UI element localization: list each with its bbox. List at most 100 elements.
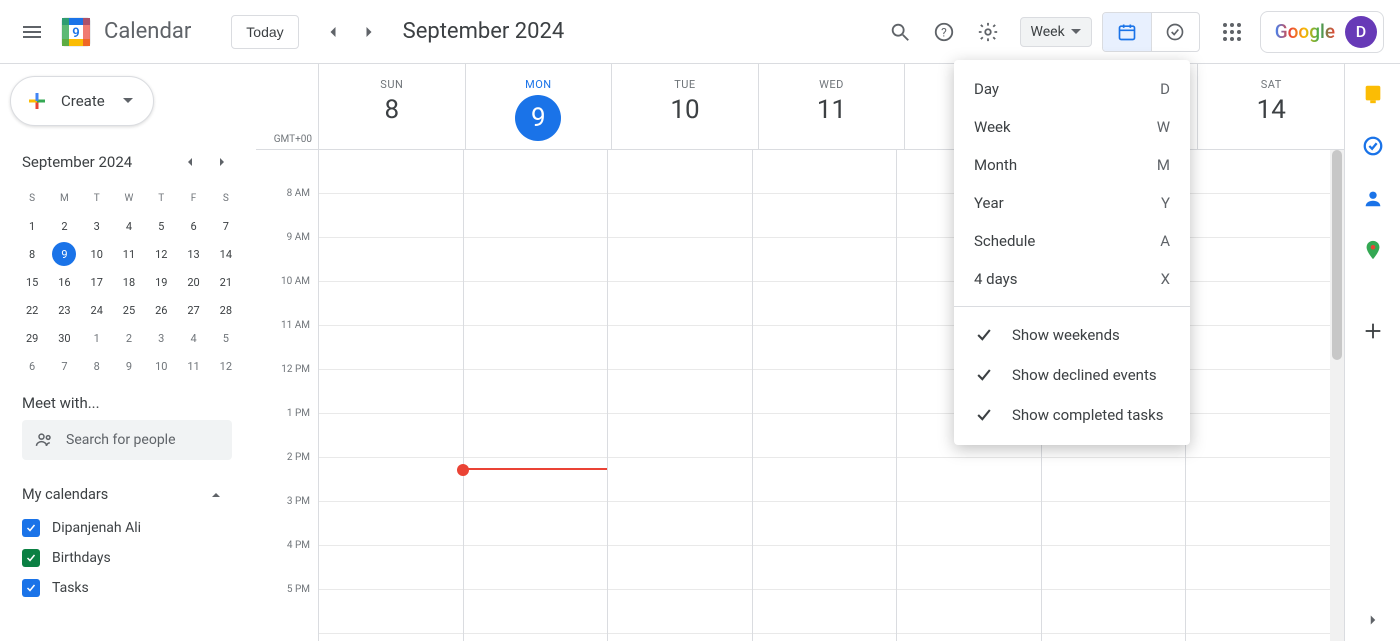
calendar-item[interactable]: Birthdays	[22, 543, 236, 573]
calendar-item[interactable]: Dipanjenah Ali	[22, 513, 236, 543]
mini-day[interactable]: 24	[81, 296, 113, 324]
time-cell[interactable]	[319, 282, 463, 326]
time-cell[interactable]	[897, 502, 1041, 546]
get-addons-button[interactable]	[1362, 320, 1384, 342]
mini-day[interactable]: 3	[81, 212, 113, 240]
keep-button[interactable]	[1361, 82, 1385, 106]
mini-day[interactable]: 28	[210, 296, 242, 324]
day-header[interactable]: WED11	[758, 64, 905, 149]
time-cell[interactable]	[319, 590, 463, 634]
time-cell[interactable]	[608, 150, 752, 194]
mini-day[interactable]: 5	[145, 212, 177, 240]
calendar-checkbox[interactable]	[22, 549, 40, 567]
time-cell[interactable]	[319, 326, 463, 370]
time-cell[interactable]	[1042, 590, 1186, 634]
mini-day[interactable]: 23	[48, 296, 80, 324]
maps-button[interactable]	[1361, 238, 1385, 262]
day-number[interactable]: 11	[759, 95, 905, 125]
view-toggle-option[interactable]: Show declined events	[954, 355, 1190, 395]
mini-day[interactable]: 22	[16, 296, 48, 324]
calendar-mode-button[interactable]	[1103, 13, 1151, 51]
mini-day[interactable]: 18	[113, 268, 145, 296]
time-cell[interactable]	[1186, 546, 1330, 590]
time-cell[interactable]	[319, 458, 463, 502]
time-cell[interactable]	[1186, 282, 1330, 326]
tasks-mode-button[interactable]	[1151, 13, 1199, 51]
time-cell[interactable]	[319, 238, 463, 282]
mini-day[interactable]: 10	[145, 352, 177, 380]
time-cell[interactable]	[608, 502, 752, 546]
time-cell[interactable]	[608, 282, 752, 326]
time-cell[interactable]	[753, 414, 897, 458]
mini-day[interactable]: 17	[81, 268, 113, 296]
time-cell[interactable]	[753, 326, 897, 370]
time-cell[interactable]	[464, 458, 608, 502]
view-option[interactable]: 4 daysX	[954, 260, 1190, 298]
mini-day[interactable]: 1	[81, 324, 113, 352]
time-cell[interactable]	[753, 194, 897, 238]
mini-day[interactable]: 19	[145, 268, 177, 296]
time-cell[interactable]	[608, 238, 752, 282]
time-cell[interactable]	[753, 590, 897, 634]
time-cell[interactable]	[464, 502, 608, 546]
mini-calendar[interactable]: SMTWTFS 12345678910111213141516171819202…	[16, 184, 242, 380]
mini-day[interactable]: 21	[210, 268, 242, 296]
time-cell[interactable]	[464, 414, 608, 458]
mini-day[interactable]: 11	[177, 352, 209, 380]
today-button[interactable]: Today	[231, 15, 298, 49]
time-cell[interactable]	[897, 458, 1041, 502]
time-cell[interactable]	[1042, 458, 1186, 502]
mini-day[interactable]: 2	[48, 212, 80, 240]
time-cell[interactable]	[464, 326, 608, 370]
day-column[interactable]	[607, 150, 752, 641]
time-cell[interactable]	[1186, 150, 1330, 194]
avatar[interactable]: D	[1345, 16, 1377, 48]
time-cell[interactable]	[608, 370, 752, 414]
day-number[interactable]: 8	[319, 95, 465, 125]
mini-day[interactable]: 7	[48, 352, 80, 380]
time-cell[interactable]	[608, 546, 752, 590]
next-period-button[interactable]	[351, 14, 387, 50]
time-cell[interactable]	[897, 590, 1041, 634]
mini-day[interactable]: 16	[48, 268, 80, 296]
calendar-checkbox[interactable]	[22, 519, 40, 537]
time-cell[interactable]	[464, 370, 608, 414]
mini-day[interactable]: 11	[113, 240, 145, 268]
mini-day[interactable]: 29	[16, 324, 48, 352]
time-cell[interactable]	[897, 546, 1041, 590]
day-header[interactable]: TUE10	[611, 64, 758, 149]
mini-day[interactable]: 10	[81, 240, 113, 268]
time-cell[interactable]	[464, 282, 608, 326]
mini-prev-button[interactable]	[176, 148, 204, 176]
support-button[interactable]: ?	[924, 12, 964, 52]
account-block[interactable]: Google D	[1260, 11, 1384, 53]
time-cell[interactable]	[319, 502, 463, 546]
time-cell[interactable]	[1186, 458, 1330, 502]
create-button[interactable]: Create	[10, 76, 154, 126]
mini-day[interactable]: 6	[177, 212, 209, 240]
view-option[interactable]: DayD	[954, 70, 1190, 108]
settings-button[interactable]	[968, 12, 1008, 52]
mini-day[interactable]: 2	[113, 324, 145, 352]
view-option[interactable]: YearY	[954, 184, 1190, 222]
mini-day[interactable]: 6	[16, 352, 48, 380]
time-cell[interactable]	[753, 282, 897, 326]
time-cell[interactable]	[1186, 370, 1330, 414]
mini-day[interactable]: 12	[145, 240, 177, 268]
mini-day[interactable]: 14	[210, 240, 242, 268]
mini-day[interactable]: 15	[16, 268, 48, 296]
time-cell[interactable]	[1042, 546, 1186, 590]
mini-day[interactable]: 3	[145, 324, 177, 352]
time-cell[interactable]	[608, 326, 752, 370]
search-button[interactable]	[880, 12, 920, 52]
mini-day[interactable]: 1	[16, 212, 48, 240]
day-column[interactable]	[752, 150, 897, 641]
mini-day[interactable]: 26	[145, 296, 177, 324]
day-column[interactable]	[463, 150, 608, 641]
mini-day[interactable]: 4	[177, 324, 209, 352]
main-menu-button[interactable]	[8, 8, 56, 56]
time-cell[interactable]	[319, 194, 463, 238]
time-cell[interactable]	[1186, 502, 1330, 546]
tasks-sidepanel-button[interactable]	[1361, 134, 1385, 158]
time-cell[interactable]	[319, 150, 463, 194]
